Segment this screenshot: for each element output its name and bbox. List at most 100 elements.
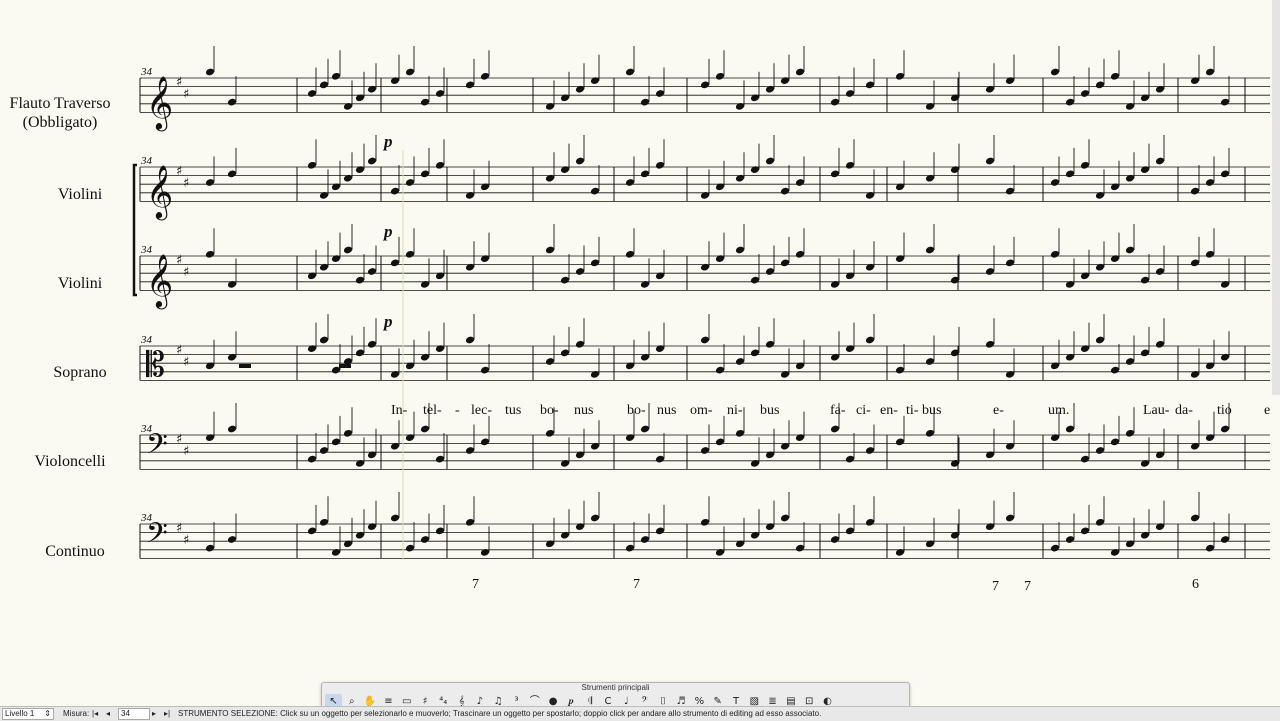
note-head[interactable] xyxy=(319,191,329,200)
note-head[interactable] xyxy=(765,522,775,531)
note-head[interactable] xyxy=(1125,357,1135,366)
system-bracket[interactable] xyxy=(132,163,137,297)
note-head[interactable] xyxy=(795,68,805,77)
note-head[interactable] xyxy=(405,361,415,370)
note-head[interactable] xyxy=(1065,169,1075,178)
note-head[interactable] xyxy=(950,348,960,357)
note-head[interactable] xyxy=(780,370,790,379)
note-head[interactable] xyxy=(319,336,329,345)
note-head[interactable] xyxy=(780,258,790,267)
note-head[interactable] xyxy=(830,280,840,289)
note-head[interactable] xyxy=(715,437,725,446)
first-measure-button[interactable]: |◂ xyxy=(92,707,98,720)
note-head[interactable] xyxy=(1220,280,1230,289)
measure-number-field[interactable]: 34 xyxy=(118,708,150,720)
note-head[interactable] xyxy=(307,526,317,535)
note-head[interactable] xyxy=(1190,187,1200,196)
note-head[interactable] xyxy=(560,276,570,285)
note-head[interactable] xyxy=(590,442,600,451)
note-head[interactable] xyxy=(715,72,725,81)
figured-bass[interactable]: 7 xyxy=(633,577,640,593)
note-head[interactable] xyxy=(390,187,400,196)
note-head[interactable] xyxy=(1205,68,1215,77)
note-head[interactable] xyxy=(465,263,475,272)
lyric-syllable[interactable]: um. xyxy=(1048,403,1069,419)
note-head[interactable] xyxy=(1125,174,1135,183)
note-head[interactable] xyxy=(985,340,995,349)
note-head[interactable] xyxy=(435,89,445,98)
note-head[interactable] xyxy=(343,539,353,548)
note-head[interactable] xyxy=(925,539,935,548)
note-head[interactable] xyxy=(355,348,365,357)
note-head[interactable] xyxy=(950,459,960,468)
note-head[interactable] xyxy=(1155,267,1165,276)
note-head[interactable] xyxy=(845,344,855,353)
note-head[interactable] xyxy=(1205,433,1215,442)
note-head[interactable] xyxy=(1125,102,1135,111)
key-signature-sharp-icon[interactable]: ♯ xyxy=(183,87,189,102)
note-head[interactable] xyxy=(865,191,875,200)
note-head[interactable] xyxy=(1005,258,1015,267)
note-head[interactable] xyxy=(1050,68,1060,77)
note-head[interactable] xyxy=(205,361,215,370)
note-head[interactable] xyxy=(925,174,935,183)
last-measure-button[interactable]: ▸| xyxy=(164,707,170,720)
key-signature-sharp-icon[interactable]: ♯ xyxy=(176,164,182,179)
note-head[interactable] xyxy=(1110,548,1120,557)
note-head[interactable] xyxy=(895,366,905,375)
note-head[interactable] xyxy=(405,68,415,77)
key-signature-sharp-icon[interactable]: ♯ xyxy=(176,253,182,268)
note-head[interactable] xyxy=(625,178,635,187)
note-head[interactable] xyxy=(640,353,650,362)
note-head[interactable] xyxy=(1065,353,1075,362)
note-head[interactable] xyxy=(545,246,555,255)
note-head[interactable] xyxy=(925,357,935,366)
note-head[interactable] xyxy=(865,446,875,455)
note-head[interactable] xyxy=(845,89,855,98)
note-head[interactable] xyxy=(205,544,215,553)
lyric-syllable[interactable]: ci- xyxy=(856,403,871,419)
note-head[interactable] xyxy=(625,250,635,259)
note-head[interactable] xyxy=(795,544,805,553)
note-head[interactable] xyxy=(435,344,445,353)
note-head[interactable] xyxy=(590,76,600,85)
note-head[interactable] xyxy=(355,531,365,540)
note-head[interactable] xyxy=(405,250,415,259)
lyric-syllable[interactable]: bus xyxy=(922,403,941,419)
note-head[interactable] xyxy=(420,535,430,544)
note-head[interactable] xyxy=(895,437,905,446)
note-head[interactable] xyxy=(307,161,317,170)
score-canvas[interactable]: 𝄞 ♯ ♯ 𝄞 ♯ ♯ 𝄞 ♯ ♯ 𝄡 ♯ ♯ 𝄢 ♯ ♯ 𝄢 ♯ ♯ Flauto Traverso (Obbl… xyxy=(0,0,1280,700)
note-head[interactable] xyxy=(435,455,445,464)
note-head[interactable] xyxy=(1190,514,1200,523)
lyric-syllable[interactable]: en- xyxy=(880,403,898,419)
note-head[interactable] xyxy=(480,72,490,81)
note-head[interactable] xyxy=(575,157,585,166)
note-head[interactable] xyxy=(420,98,430,107)
note-head[interactable] xyxy=(1125,246,1135,255)
note-head[interactable] xyxy=(655,271,665,280)
note-head[interactable] xyxy=(895,548,905,557)
note-head[interactable] xyxy=(1190,370,1200,379)
note-head[interactable] xyxy=(331,548,341,557)
note-head[interactable] xyxy=(331,254,341,263)
note-head[interactable] xyxy=(780,76,790,85)
note-head[interactable] xyxy=(625,68,635,77)
note-head[interactable] xyxy=(343,174,353,183)
note-head[interactable] xyxy=(735,102,745,111)
note-head[interactable] xyxy=(830,425,840,434)
note-head[interactable] xyxy=(985,450,995,459)
note-head[interactable] xyxy=(845,161,855,170)
note-head[interactable] xyxy=(1140,93,1150,102)
note-head[interactable] xyxy=(575,450,585,459)
note-head[interactable] xyxy=(1005,442,1015,451)
key-signature-sharp-icon[interactable]: ♯ xyxy=(176,343,182,358)
note-head[interactable] xyxy=(1095,336,1105,345)
lyric-syllable[interactable]: da- xyxy=(1175,403,1193,419)
note-head[interactable] xyxy=(390,370,400,379)
note-head[interactable] xyxy=(700,446,710,455)
key-signature-sharp-icon[interactable]: ♯ xyxy=(183,355,189,370)
note-head[interactable] xyxy=(715,366,725,375)
note-head[interactable] xyxy=(1110,254,1120,263)
lyric-syllable[interactable]: ti- xyxy=(906,403,918,419)
